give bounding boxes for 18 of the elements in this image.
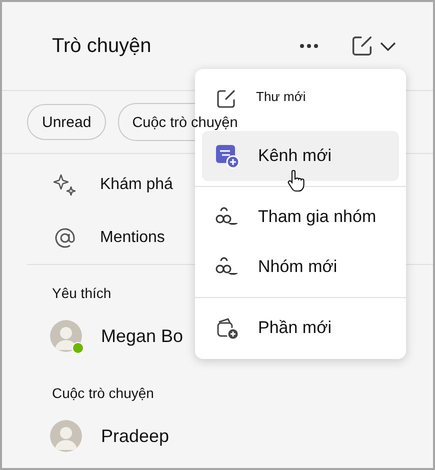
hand-cursor-icon [287,170,305,192]
menu-item[interactable]: Phần mới [202,303,399,353]
section-header: Yêu thích [52,285,112,303]
chat-name[interactable]: Megan Bo [101,326,184,346]
status-dot [72,342,84,354]
nav-item[interactable]: Mentions [100,228,165,246]
sparkle-icon [52,172,78,198]
menu-item[interactable]: Kênh mới [202,131,399,181]
nav-item[interactable]: Khám phá [100,176,173,194]
more-options-icon[interactable] [297,41,321,51]
chat-name[interactable]: Pradeep [101,426,170,446]
channel-icon [214,143,240,169]
compose-icon [214,87,238,111]
menu-item[interactable]: Nhóm mới [202,242,399,292]
section-header: Cuộc trò chuyện [52,385,154,403]
filter-chip[interactable]: Unread [27,104,106,140]
page-title: Trò chuyện [52,34,152,58]
menu-item[interactable]: Tham gia nhóm [202,192,399,242]
